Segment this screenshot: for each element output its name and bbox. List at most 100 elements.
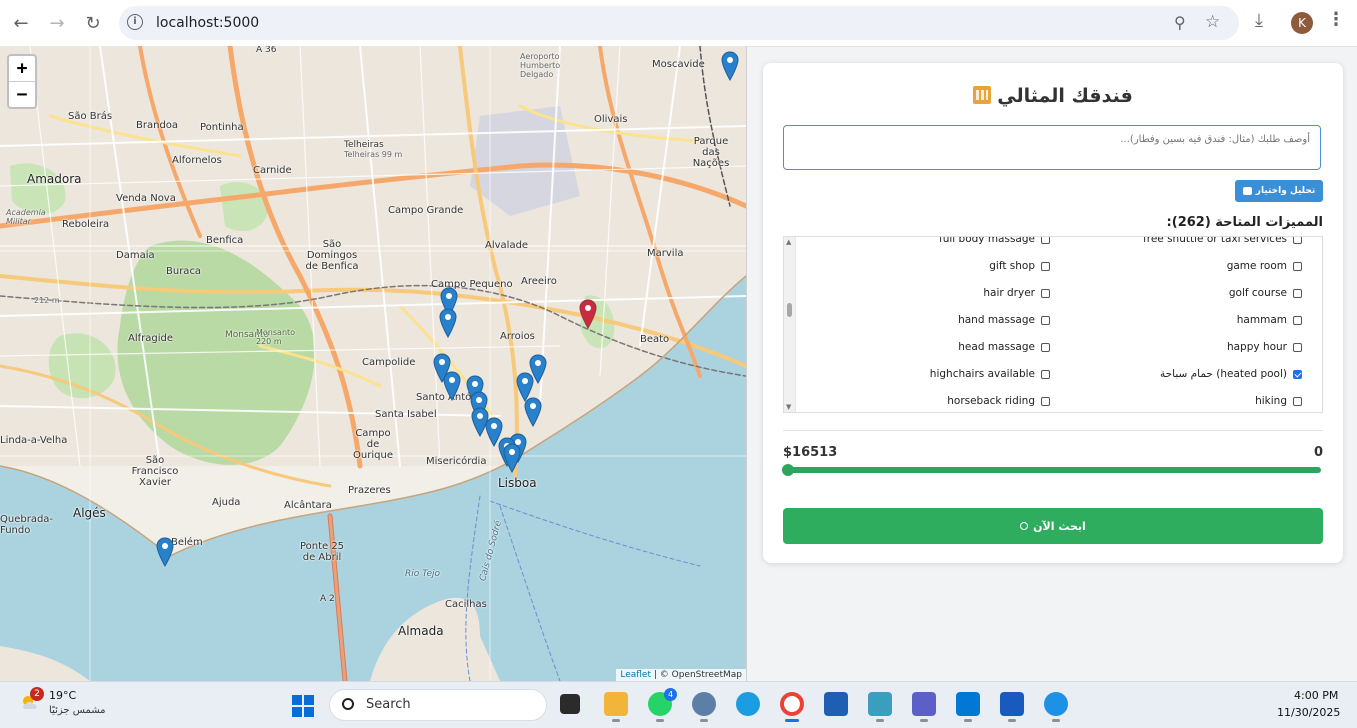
- whatsapp-icon[interactable]: 4: [648, 688, 677, 716]
- price-slider-track[interactable]: [783, 467, 1321, 473]
- feature-checkbox[interactable]: [1041, 369, 1050, 379]
- map-label: Campo de Ourique: [353, 428, 393, 461]
- search-now-button[interactable]: ابحث الآن: [783, 508, 1323, 544]
- file-explorer-icon[interactable]: [604, 692, 628, 716]
- feature-option[interactable]: highchairs available: [930, 366, 1050, 382]
- url-text[interactable]: localhost:5000: [156, 6, 259, 40]
- task-view-icon[interactable]: [560, 694, 580, 714]
- scrollbar-thumb[interactable]: [787, 303, 792, 317]
- map-label: Amadora: [27, 172, 82, 186]
- map-label: Ajuda: [212, 497, 241, 508]
- vscode-icon[interactable]: [956, 692, 980, 716]
- map-label: Almada: [398, 624, 444, 638]
- hotel-marker-icon[interactable]: [721, 51, 739, 81]
- zoom-out-button[interactable]: −: [9, 82, 35, 107]
- download-icon[interactable]: ⤓: [1255, 10, 1263, 31]
- clock-date[interactable]: 11/30/2025: [1277, 706, 1340, 719]
- windows-start-icon[interactable]: [292, 695, 314, 717]
- feature-label: happy hour: [1226, 341, 1287, 353]
- feature-checkbox[interactable]: [1293, 369, 1302, 379]
- profile-avatar[interactable]: K: [1291, 12, 1313, 34]
- robot-icon: [1242, 187, 1252, 195]
- map-view[interactable]: + − Moscavide Aeroporto Humberto Delgado…: [0, 46, 746, 681]
- feature-option[interactable]: happy hour: [1227, 339, 1302, 355]
- feature-checkbox[interactable]: [1293, 342, 1302, 352]
- feature-option[interactable]: gift shop: [989, 258, 1050, 274]
- feature-option[interactable]: head massage: [958, 339, 1050, 355]
- feature-checkbox[interactable]: [1293, 315, 1302, 325]
- request-input[interactable]: [783, 125, 1321, 170]
- hotel-marker-icon[interactable]: [443, 371, 461, 401]
- leaflet-link[interactable]: Leaflet: [620, 670, 651, 680]
- keyboard-app-icon[interactable]: [868, 692, 892, 716]
- hotel-marker-icon[interactable]: [524, 397, 542, 427]
- features-list[interactable]: ▲ ▼ free shuttle or taxi services full bo…: [783, 236, 1323, 413]
- feature-checkbox[interactable]: [1041, 288, 1050, 298]
- feature-option[interactable]: hair dryer: [983, 285, 1050, 301]
- map-label: Alcântara: [284, 500, 332, 511]
- word-icon[interactable]: [1000, 692, 1024, 716]
- price-slider-handle[interactable]: [782, 464, 794, 476]
- feature-option[interactable]: hammam: [1237, 312, 1302, 328]
- zoom-icon[interactable]: ⚲: [1174, 13, 1186, 32]
- forward-arrow-icon[interactable]: →: [43, 9, 71, 37]
- map-divider[interactable]: [746, 46, 747, 681]
- teams-icon[interactable]: [912, 692, 936, 716]
- feature-option[interactable]: golf course: [1229, 285, 1302, 301]
- hotel-marker-icon[interactable]: [156, 537, 174, 567]
- docker-icon[interactable]: [1044, 692, 1068, 716]
- feature-checkbox[interactable]: [1041, 342, 1050, 352]
- feature-option[interactable]: hand massage: [958, 312, 1050, 328]
- feature-checkbox[interactable]: [1293, 237, 1302, 244]
- features-scrollbar[interactable]: ▲ ▼: [784, 237, 796, 412]
- site-info-icon[interactable]: i: [127, 14, 143, 30]
- address-bar[interactable]: i localhost:5000 ⚲ ☆: [119, 6, 1239, 40]
- zoom-in-button[interactable]: +: [9, 56, 35, 82]
- feature-option[interactable]: game room: [1227, 258, 1302, 274]
- map-label: Brandoa: [136, 120, 179, 131]
- selected-location-marker-icon[interactable]: [579, 299, 597, 329]
- feature-option[interactable]: horseback riding: [947, 393, 1050, 409]
- price-min-label: 0: [1313, 445, 1323, 460]
- feature-option[interactable]: حمام سباحة (heated pool): [1160, 366, 1302, 382]
- weather-badge: 2: [30, 687, 44, 701]
- map-label: Areeiro: [521, 276, 557, 287]
- bookmark-star-icon[interactable]: ☆: [1205, 12, 1220, 32]
- map-label: Alfragide: [128, 333, 174, 344]
- feature-checkbox[interactable]: [1041, 315, 1050, 325]
- feature-checkbox[interactable]: [1041, 396, 1050, 406]
- feature-option[interactable]: free shuttle or taxi services: [1143, 237, 1302, 247]
- map-label: Marvila: [647, 248, 684, 259]
- analyze-button[interactable]: تحليل واختيار: [1235, 180, 1323, 202]
- reload-icon[interactable]: ↻: [79, 9, 107, 37]
- panel-title: فندقك المثالي: [763, 85, 1343, 107]
- map-label: Prazeres: [348, 485, 391, 496]
- feature-checkbox[interactable]: [1293, 396, 1302, 406]
- hotel-icon: [973, 86, 992, 104]
- windows-taskbar: 2 19°C مشمس جزئيًا Search 4 4:00 PM 11/3…: [0, 681, 1357, 728]
- feature-checkbox[interactable]: [1041, 237, 1050, 244]
- feature-checkbox[interactable]: [1293, 261, 1302, 271]
- active-indicator: [964, 719, 972, 722]
- map-label: 212 m: [34, 296, 60, 305]
- clock-time[interactable]: 4:00 PM: [1294, 689, 1338, 702]
- scroll-up-icon[interactable]: ▲: [786, 238, 791, 246]
- scroll-down-icon[interactable]: ▼: [786, 403, 791, 411]
- taskbar-search[interactable]: Search: [329, 689, 547, 721]
- feature-option[interactable]: full body massage: [939, 237, 1050, 247]
- osm-attribution: | © OpenStreetMap: [651, 670, 742, 680]
- feature-checkbox[interactable]: [1293, 288, 1302, 298]
- hotel-marker-icon[interactable]: [439, 308, 457, 338]
- hotel-marker-icon[interactable]: [503, 443, 521, 473]
- back-arrow-icon[interactable]: ←: [7, 9, 35, 37]
- weather-description[interactable]: مشمس جزئيًا: [49, 705, 106, 716]
- edge-browser-icon[interactable]: [736, 692, 760, 716]
- weather-temperature[interactable]: 19°C: [49, 689, 76, 702]
- microsoft-store-icon[interactable]: [824, 692, 848, 716]
- app-icon[interactable]: [692, 692, 716, 716]
- feature-checkbox[interactable]: [1041, 261, 1050, 271]
- feature-option[interactable]: hiking: [1255, 393, 1302, 409]
- map-label: Alfornelos: [172, 155, 222, 166]
- chrome-browser-icon[interactable]: [780, 692, 804, 716]
- more-menu-icon[interactable]: ⋮: [1327, 9, 1345, 30]
